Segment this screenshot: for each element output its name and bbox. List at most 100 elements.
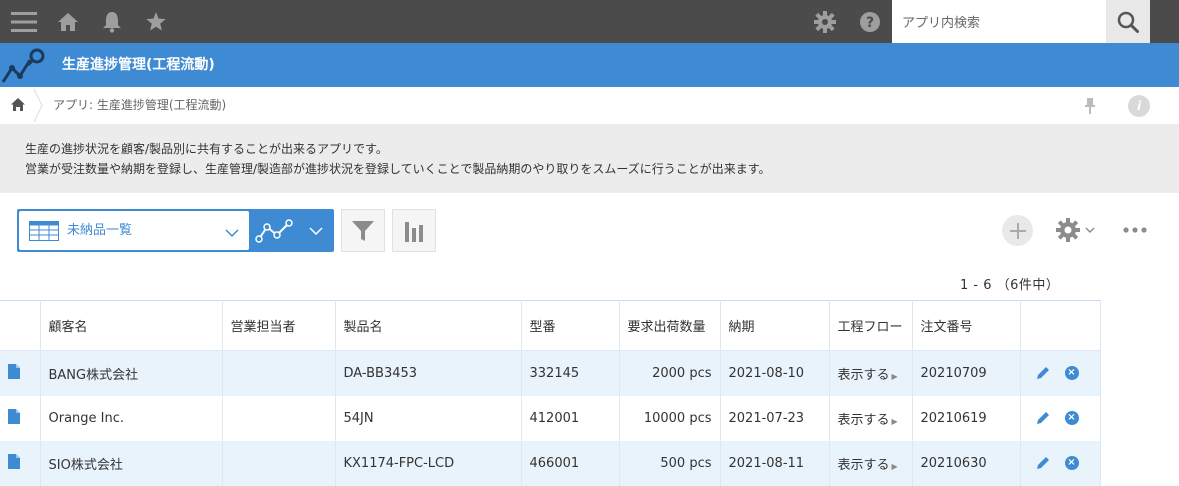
- bell-icon[interactable]: [98, 0, 126, 43]
- cell-due-date: 2021-08-11: [720, 440, 830, 486]
- search-input[interactable]: アプリ内検索: [892, 0, 1106, 43]
- cell-product: KX1174-FPC-LCD: [335, 440, 522, 486]
- cell-order-number: 20210630: [912, 440, 1021, 486]
- cell-process-flow: 表示する ▶: [829, 440, 913, 486]
- menu-icon[interactable]: [8, 0, 40, 43]
- edit-pencil-icon[interactable]: [1035, 410, 1051, 426]
- more-options-icon[interactable]: [1122, 222, 1148, 242]
- search-button[interactable]: [1106, 0, 1150, 43]
- view-dropdown[interactable]: 未納品一覧: [19, 211, 249, 250]
- cell-due-date: 2021-08-10: [720, 350, 830, 396]
- header-order-number[interactable]: 注文番号: [912, 300, 1021, 351]
- cell-customer: SIO株式会社: [40, 440, 223, 486]
- breadcrumb-separator-icon: [32, 87, 44, 128]
- document-icon: [8, 408, 20, 424]
- table-row: SIO株式会社 KX1174-FPC-LCD 466001 500 pcs 20…: [0, 440, 1101, 486]
- header-quantity[interactable]: 要求出荷数量: [619, 300, 721, 351]
- cell-due-date: 2021-07-23: [720, 395, 830, 441]
- cell-quantity: 10000 pcs: [619, 395, 721, 441]
- table-view-icon: [29, 221, 59, 245]
- records-table: 顧客名 営業担当者 製品名 型番 要求出荷数量 納期 工程フロー 注文番号 BA…: [0, 300, 1101, 486]
- filter-button[interactable]: [341, 209, 385, 252]
- settings-gear-icon[interactable]: [811, 0, 839, 43]
- chevron-down-icon: [1085, 227, 1095, 234]
- table-right-margin: [1109, 300, 1179, 486]
- topbar-edge: [1150, 0, 1179, 43]
- record-detail-link[interactable]: [0, 395, 41, 441]
- delete-icon[interactable]: ×: [1064, 456, 1079, 470]
- triangle-right-icon: ▶: [891, 416, 898, 426]
- add-record-button[interactable]: [1002, 215, 1033, 246]
- search-icon: [1117, 11, 1139, 33]
- header-due-date[interactable]: 納期: [720, 300, 830, 351]
- star-icon[interactable]: [142, 0, 170, 43]
- table-row: BANG株式会社 DA-BB3453 332145 2000 pcs 2021-…: [0, 350, 1101, 396]
- document-icon: [8, 363, 20, 379]
- cell-process-flow: 表示する ▶: [829, 350, 913, 396]
- plus-icon: [1009, 222, 1026, 239]
- filter-icon: [352, 220, 374, 241]
- header-product[interactable]: 製品名: [335, 300, 522, 351]
- triangle-right-icon: ▶: [891, 371, 898, 381]
- header-process-flow[interactable]: 工程フロー: [829, 300, 913, 351]
- header-actions: [1020, 300, 1101, 351]
- document-icon: [8, 453, 20, 469]
- record-detail-link[interactable]: [0, 350, 41, 396]
- process-flow-link[interactable]: 表示する ▶: [838, 413, 898, 428]
- cell-customer: BANG株式会社: [40, 350, 223, 396]
- record-count: 1 - 6 （6件中）: [960, 278, 1060, 293]
- header-model[interactable]: 型番: [521, 300, 620, 351]
- cell-order-number: 20210709: [912, 350, 1021, 396]
- description-line-2: 営業が受注数量や納期を登録し、生産管理/製造部が進捗状況を登録していくことで製品…: [25, 162, 771, 176]
- view-settings-button[interactable]: [1055, 217, 1097, 247]
- graph-dropdown-button[interactable]: [253, 209, 334, 252]
- cell-product: 54JN: [335, 395, 522, 441]
- delete-icon[interactable]: ×: [1064, 366, 1079, 381]
- bar-chart-icon: [405, 221, 423, 242]
- home-icon[interactable]: [54, 0, 82, 43]
- pin-icon[interactable]: [1083, 97, 1097, 119]
- process-flow-link[interactable]: 表示する ▶: [838, 458, 898, 473]
- app-logo-icon: [0, 46, 50, 90]
- cell-process-flow: 表示する ▶: [829, 395, 913, 441]
- triangle-right-icon: ▶: [891, 461, 898, 471]
- cell-quantity: 2000 pcs: [619, 350, 721, 396]
- graph-icon: [255, 218, 293, 243]
- top-bar: ? アプリ内検索: [0, 0, 1179, 43]
- gear-icon: [1056, 218, 1080, 242]
- graph-report-button[interactable]: [392, 209, 436, 252]
- app-description: 生産の進捗状況を顧客/製品別に共有することが出来るアプリです。 営業が受注数量や…: [0, 124, 1179, 193]
- cell-product: DA-BB3453: [335, 350, 522, 396]
- description-line-1: 生産の進捗状況を顧客/製品別に共有することが出来るアプリです。: [25, 142, 388, 156]
- header-icon-col: [0, 300, 41, 351]
- edit-pencil-icon[interactable]: [1035, 365, 1051, 381]
- chevron-down-icon: [309, 226, 323, 235]
- edit-pencil-icon[interactable]: [1035, 455, 1051, 471]
- view-selector-bar: 未納品一覧: [17, 209, 334, 252]
- process-flow-label: 表示する: [837, 457, 890, 473]
- app-header: 生産進捗管理(工程流動): [0, 43, 1179, 87]
- breadcrumb-app-link[interactable]: アプリ: 生産進捗管理(工程流動): [53, 87, 226, 124]
- cell-actions: ×: [1020, 440, 1101, 486]
- info-icon[interactable]: i: [1128, 95, 1150, 117]
- cell-quantity: 500 pcs: [619, 440, 721, 486]
- record-detail-link[interactable]: [0, 440, 41, 486]
- cell-actions: ×: [1020, 395, 1101, 441]
- svg-text:?: ?: [866, 15, 874, 31]
- cell-order-number: 20210619: [912, 395, 1021, 441]
- process-flow-label: 表示する: [837, 367, 890, 383]
- chevron-down-icon: [225, 224, 239, 243]
- cell-model: 332145: [521, 350, 620, 396]
- delete-icon[interactable]: ×: [1064, 411, 1079, 425]
- breadcrumb: アプリ: 生産進捗管理(工程流動) i: [0, 87, 1179, 124]
- header-sales-rep[interactable]: 営業担当者: [222, 300, 336, 351]
- table-row: Orange Inc. 54JN 412001 10000 pcs 2021-0…: [0, 395, 1101, 441]
- process-flow-label: 表示する: [837, 412, 890, 428]
- process-flow-link[interactable]: 表示する ▶: [838, 368, 898, 383]
- breadcrumb-home-icon[interactable]: [10, 97, 26, 116]
- help-icon[interactable]: ?: [856, 0, 884, 43]
- view-dropdown-label: 未納品一覧: [67, 223, 133, 238]
- header-customer[interactable]: 顧客名: [40, 300, 223, 351]
- app-title: 生産進捗管理(工程流動): [62, 57, 215, 73]
- cell-sales-rep: [222, 350, 336, 396]
